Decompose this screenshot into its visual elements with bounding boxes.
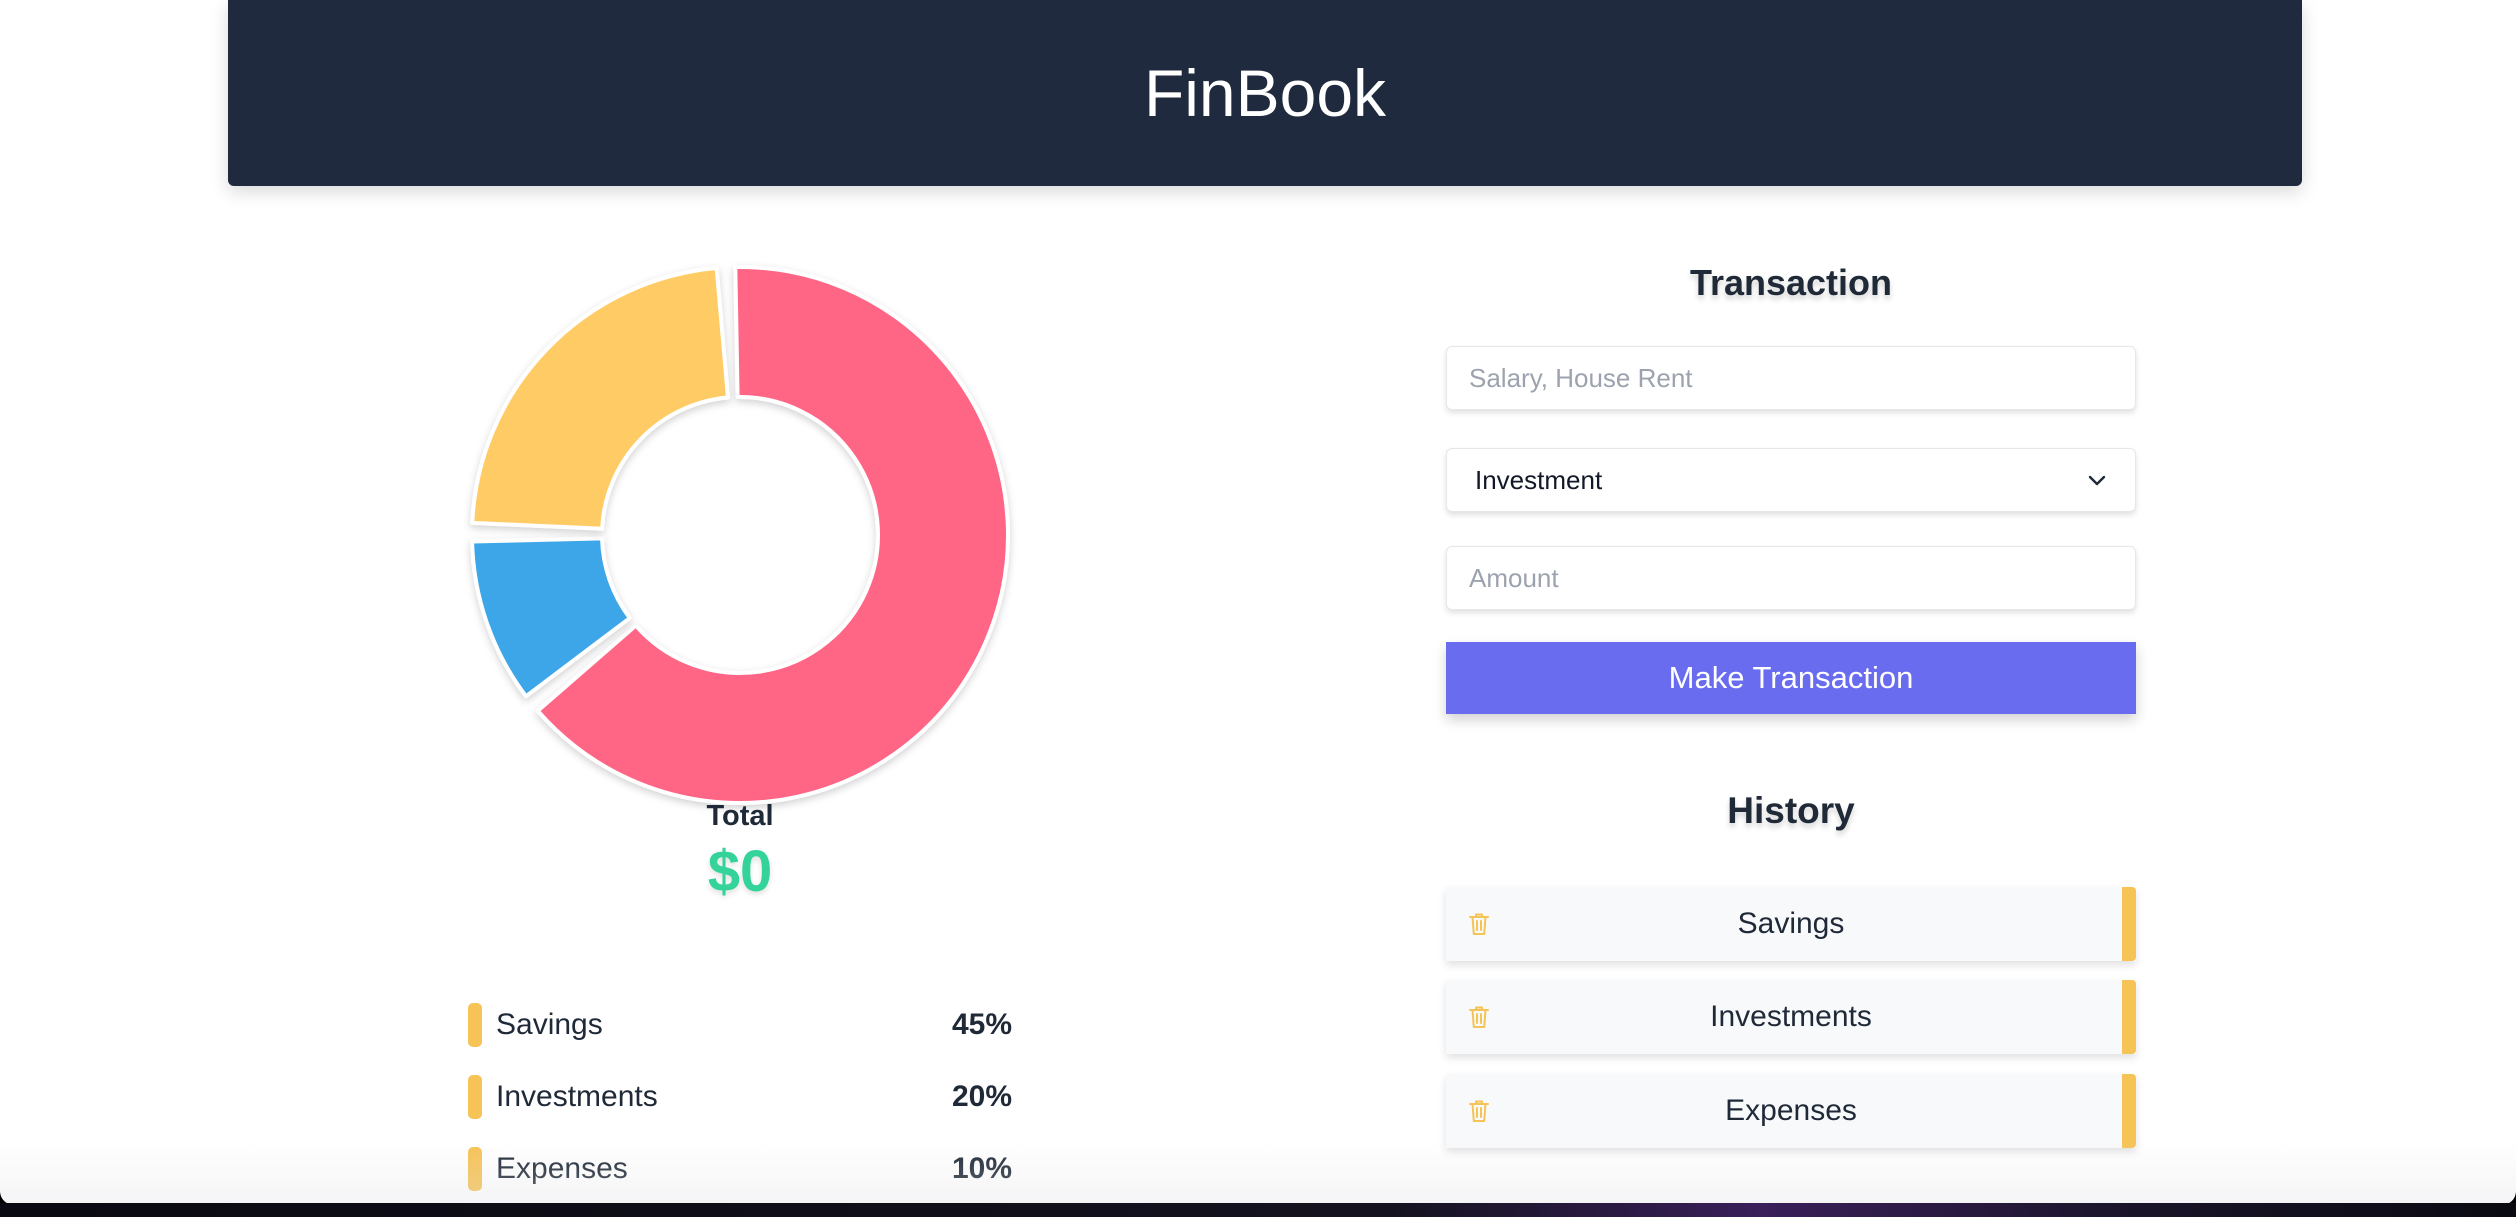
doughnut-chart (460, 255, 1020, 815)
history-item: Savings (1446, 887, 2136, 961)
label-name: Savings (496, 1008, 603, 1041)
color-swatch (468, 1075, 482, 1119)
desktop-edge (0, 1203, 2516, 1217)
category-labels: Savings 45% Investments 20% Expenses 10% (468, 1003, 1012, 1205)
label-row-investments: Investments 20% (468, 1075, 1012, 1119)
history-item-name: Savings (1737, 907, 1845, 940)
chevron-down-icon (2088, 475, 2106, 486)
history-item-color-bar (2122, 980, 2136, 1054)
transaction-heading: Transaction (1689, 262, 1893, 303)
history-item: Expenses (1446, 1074, 2136, 1148)
donut-segment-savings (470, 266, 730, 531)
transaction-type-value: Investment (1475, 464, 1603, 495)
make-transaction-button[interactable]: Make Transaction (1446, 642, 2136, 714)
label-row-savings: Savings 45% (468, 1003, 1012, 1047)
label-name: Investments (496, 1080, 658, 1113)
total-label: Total (706, 800, 774, 832)
history-item: Investments (1446, 980, 2136, 1054)
trash-icon[interactable] (1468, 1005, 1490, 1029)
transaction-name-input[interactable] (1447, 347, 2135, 409)
trash-icon[interactable] (1468, 1099, 1490, 1123)
history-heading: History (1727, 790, 1855, 831)
history-item-name: Investments (1710, 1000, 1872, 1033)
trash-icon[interactable] (1468, 912, 1490, 936)
doughnut-chart-svg (470, 265, 1010, 805)
label-percent: 20% (951, 1080, 1012, 1113)
amount-field (1446, 546, 2136, 610)
transaction-type-select[interactable]: Investment (1446, 448, 2136, 512)
app-header: FinBook (228, 0, 2302, 186)
color-swatch (468, 1003, 482, 1047)
history-item-color-bar (2122, 1074, 2136, 1148)
label-percent: 45% (951, 1008, 1012, 1041)
bottom-fade (0, 1140, 2516, 1205)
amount-input[interactable] (1447, 547, 2135, 609)
history-item-name: Expenses (1725, 1094, 1857, 1127)
color-swatch (468, 1147, 482, 1191)
total-amount: $0 (707, 839, 773, 904)
label-row-expenses: Expenses 10% (468, 1147, 1012, 1191)
app-title: FinBook (1143, 56, 1387, 130)
history-item-color-bar (2122, 887, 2136, 961)
transaction-name-field (1446, 346, 2136, 410)
label-percent: 10% (951, 1152, 1012, 1185)
app-page: FinBook Total $0 Savings 45% Investments… (0, 0, 2516, 1205)
label-name: Expenses (496, 1152, 628, 1185)
